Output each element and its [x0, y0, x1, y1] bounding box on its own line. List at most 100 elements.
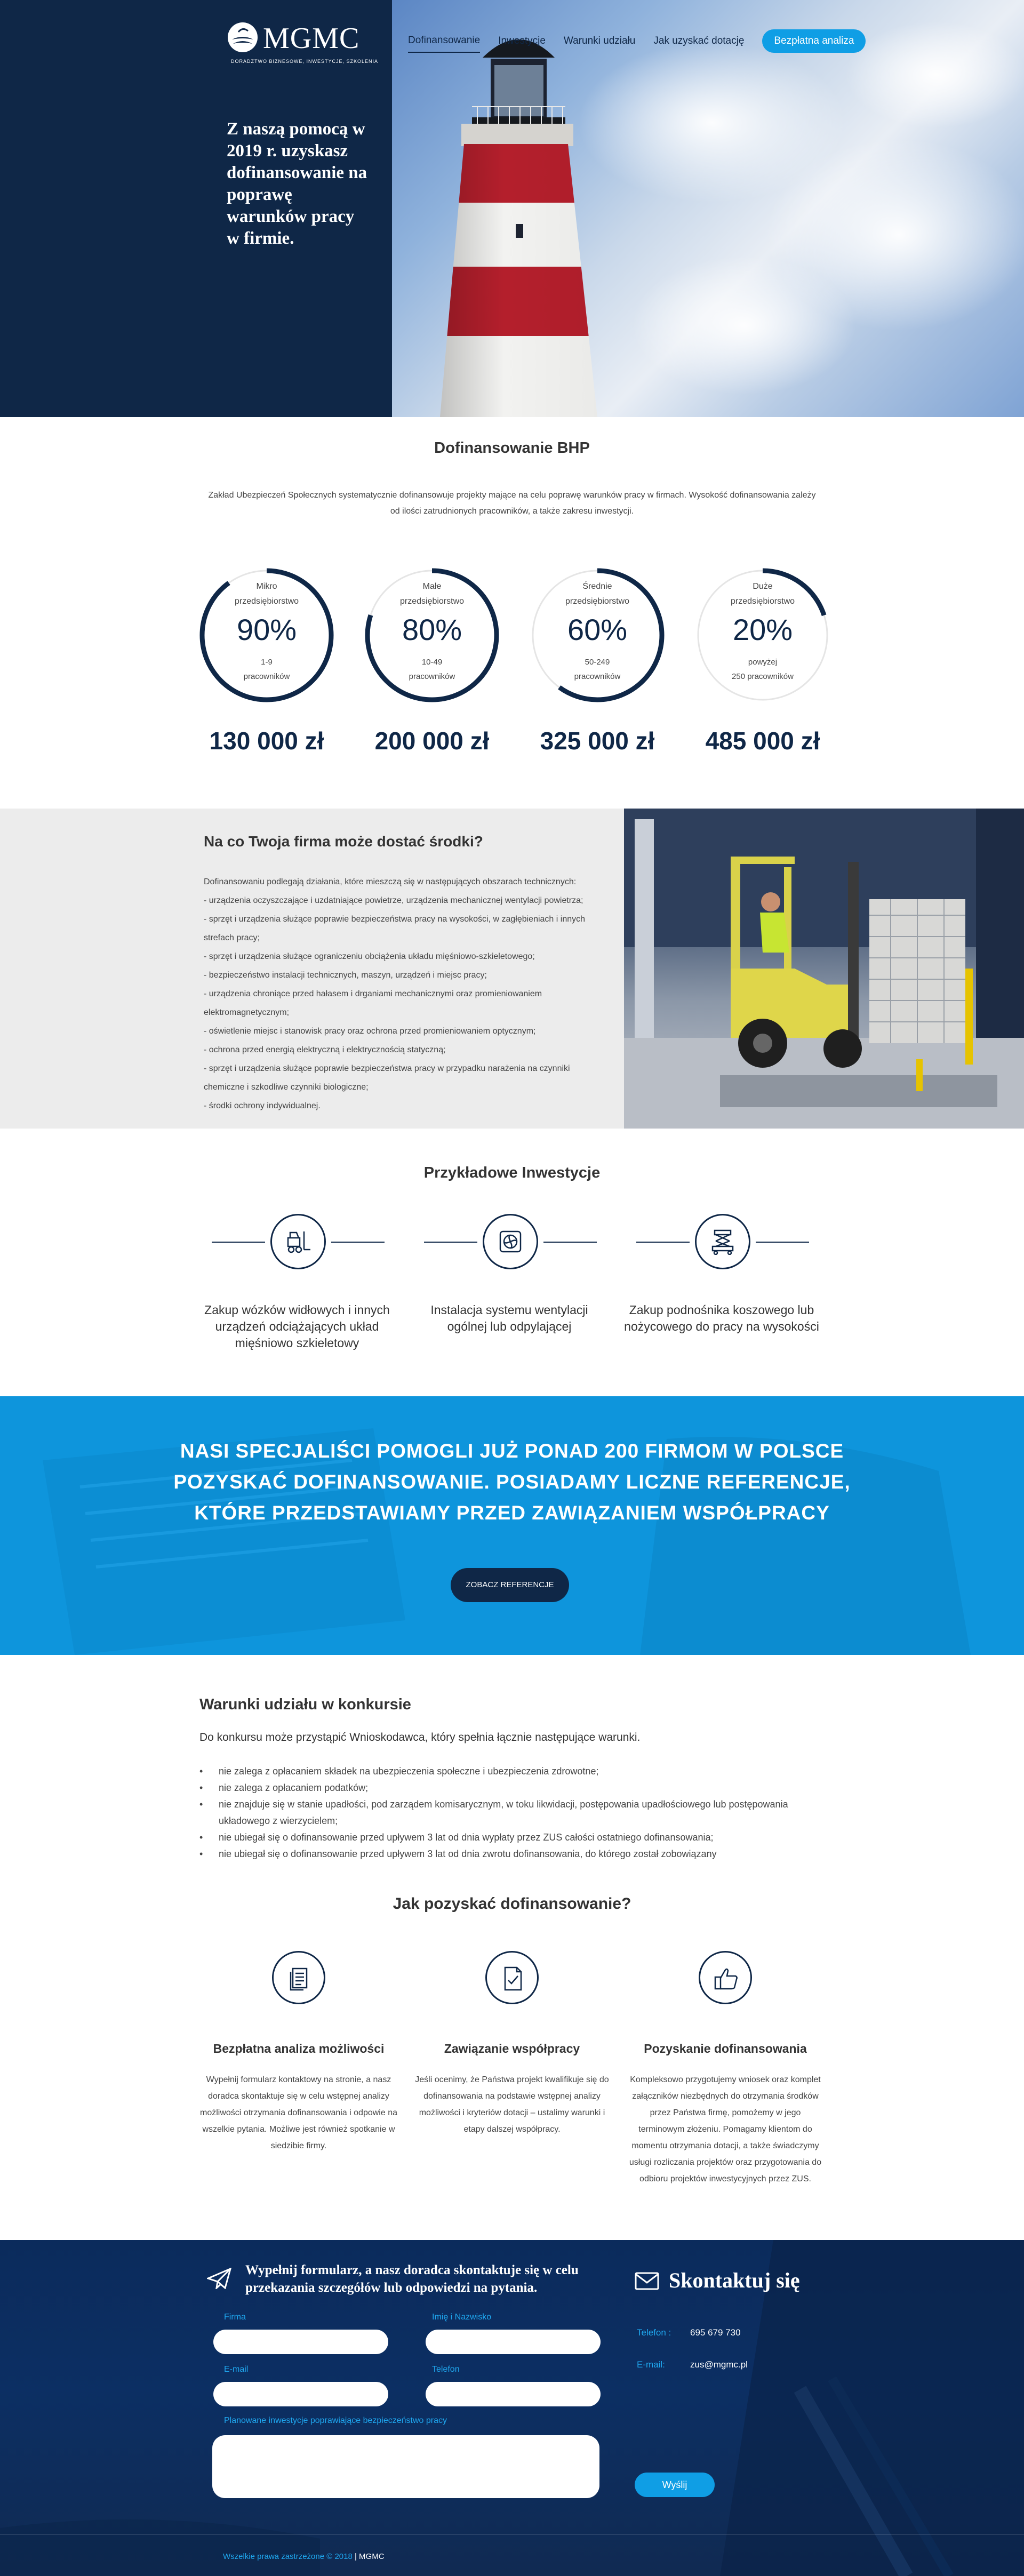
- amount-duze: 485 000 zł: [705, 727, 820, 755]
- email-label: E-mail:: [637, 2359, 665, 2370]
- bhp-description: Zakład Ubezpieczeń Społecznych systematy…: [208, 491, 816, 516]
- brand-tagline: DORADZTWO BIZNESOWE, INWESTYCJE, SZKOLEN…: [231, 59, 379, 64]
- investments-label: Planowane inwestycje poprawiające bezpie…: [224, 2416, 447, 2425]
- investment-text: Instalacja systemu wentylacji ogólnej lu…: [430, 1303, 588, 1333]
- funding-areas-list: Dofinansowaniu podlegają działania, któr…: [204, 873, 609, 1115]
- divider-line: [424, 1242, 477, 1243]
- forklift-icon: [270, 1214, 326, 1269]
- list-item: - urządzenia oczyszczające i uzdatniając…: [204, 896, 583, 905]
- gauge-percent: 90%: [236, 613, 297, 646]
- warehouse-forklift-illustration: [624, 809, 1024, 1129]
- list-item: - urządzenia chroniące przed hałasem i d…: [204, 989, 542, 1017]
- paper-plane-icon: [207, 2268, 231, 2289]
- nav-warunki-udzialu[interactable]: Warunki udziału: [564, 30, 635, 52]
- step-text: Kompleksowo przygotujemy wniosek oraz ko…: [629, 2075, 822, 2183]
- conditions-list: nie zalega z opłacaniem składek na ubezp…: [199, 1763, 813, 1862]
- list-item: nie zalega z opłacaniem podatków;: [199, 1780, 813, 1796]
- divider-line: [636, 1242, 690, 1243]
- nav-dofinansowanie[interactable]: Dofinansowanie: [408, 29, 481, 53]
- divider-line: [212, 1242, 265, 1243]
- list-item: - sprzęt i urządzenia służące poprawie b…: [204, 1064, 570, 1092]
- gauge-duze: Duże przedsiębiorstwo 20% powyżej 250 prac…: [694, 566, 831, 704]
- envelope-icon: [635, 2272, 659, 2290]
- how-to-title: Jak pozyskać dofinansowanie?: [393, 1895, 631, 1913]
- form-heading: Wypełnij formularz, a nasz doradca skont…: [245, 2263, 579, 2295]
- email-value[interactable]: zus@mgmc.pl: [690, 2359, 748, 2370]
- gauge-range: 10-49 pracowników: [409, 658, 455, 681]
- name-label: Imię i Nazwisko: [432, 2313, 492, 2322]
- contact-title: Skontaktuj się: [669, 2268, 800, 2292]
- gauge-percent: 20%: [732, 613, 793, 646]
- footer-rights: Wszelkie prawa zastrzeżone © 2018: [223, 2552, 353, 2561]
- step-title: Zawiązanie współpracy: [444, 2042, 580, 2055]
- forklift-photo: [624, 809, 1024, 1129]
- company-field[interactable]: [213, 2330, 388, 2354]
- amount-male: 200 000 zł: [374, 727, 490, 755]
- step-text: Wypełnij formularz kontaktowy na stronie…: [200, 2075, 397, 2150]
- gauge-label: Średnie przedsiębiorstwo: [565, 582, 630, 606]
- phone-value[interactable]: 695 679 730: [690, 2327, 741, 2338]
- name-field[interactable]: [426, 2330, 601, 2354]
- gauge-range: powyżej 250 pracowników: [732, 658, 794, 681]
- divider-line: [543, 1242, 597, 1243]
- list-item: nie ubiegał się o dofinansowanie przed u…: [199, 1829, 813, 1846]
- list-item: - sprzęt i urządzenia służące ograniczen…: [204, 952, 535, 961]
- footer-copyright: Wszelkie prawa zastrzeżone © 2018 | MGMC: [223, 2552, 385, 2561]
- footer-brand: | MGMC: [352, 2552, 385, 2561]
- list-item: - oświetlenie miejsc i stanowisk pracy o…: [204, 1027, 536, 1036]
- divider-line: [331, 1242, 385, 1243]
- list-item: nie ubiegał się o dofinansowanie przed u…: [199, 1846, 813, 1862]
- thumbs-up-icon: [699, 1951, 752, 2004]
- list-item: - sprzęt i urządzenia służące poprawie b…: [204, 915, 586, 942]
- amount-mikro: 130 000 zł: [209, 727, 324, 755]
- list-item: Dofinansowaniu podlegają działania, któr…: [204, 877, 577, 886]
- phone-label: Telefon: [432, 2365, 460, 2374]
- investment-text: Zakup wózków widłowych i innych urządzeń…: [204, 1303, 390, 1350]
- free-analysis-button[interactable]: Bezpłatna analiza: [762, 29, 866, 53]
- amount-srednie: 325 000 zł: [540, 727, 655, 755]
- company-label: Firma: [224, 2313, 246, 2322]
- gauge-male: Małe przedsiębiorstwo 80% 10-49 pracownikó…: [363, 566, 501, 704]
- investment-text: Zakup podnośnika koszowego lub nożycoweg…: [624, 1303, 819, 1333]
- step-text: Jeśli ocenimy, że Państwa projekt kwalif…: [415, 2075, 609, 2134]
- brand-name: MGMC: [263, 22, 360, 55]
- gauge-percent: 60%: [567, 613, 628, 646]
- nav-jak-uzyskac-dotacje[interactable]: Jak uzyskać dotację: [653, 30, 744, 52]
- list-item: - środki ochrony indywidualnej.: [204, 1101, 321, 1110]
- ventilation-icon: [483, 1214, 538, 1269]
- funding-areas-title: Na co Twoja firma może dostać środki?: [204, 833, 483, 850]
- lighthouse-logo-icon: [228, 22, 258, 52]
- nav-inwestycje[interactable]: Inwestycje: [498, 30, 546, 52]
- step-title: Pozyskanie dofinansowania: [644, 2042, 807, 2055]
- gauge-range: 1-9 pracowników: [243, 658, 290, 681]
- footer-divider: [0, 2534, 1024, 2535]
- see-references-button[interactable]: ZOBACZ REFERENCJE: [451, 1568, 569, 1602]
- investments-title: Przykładowe Inwestycje: [423, 1164, 601, 1181]
- gauge-mikro: Mikro przedsiębiorstwo 90% 1-9 pracowników: [198, 566, 335, 704]
- list-item: - bezpieczeństwo instalacji technicznych…: [204, 971, 487, 980]
- phone-label: Telefon :: [637, 2327, 671, 2338]
- conditions-title: Warunki udziału w konkursie: [199, 1696, 411, 1713]
- signed-document-icon: [485, 1951, 539, 2004]
- lighthouse-illustration: [440, 39, 597, 417]
- main-nav: Dofinansowanie Inwestycje Warunki udział…: [408, 29, 866, 53]
- gauge-label: Duże przedsiębiorstwo: [730, 582, 795, 606]
- gauge-label: Mikro przedsiębiorstwo: [234, 582, 299, 606]
- step-title: Bezpłatna analiza możliwości: [213, 2042, 385, 2055]
- email-label: E-mail: [224, 2365, 249, 2374]
- gauge-label: Małe przedsiębiorstwo: [399, 582, 465, 606]
- list-item: - ochrona przed energią elektryczną i el…: [204, 1045, 446, 1054]
- email-field[interactable]: [213, 2382, 388, 2406]
- investments-textarea[interactable]: [212, 2435, 599, 2498]
- gauge-range: 50-249 pracowników: [574, 658, 621, 681]
- hero-title: Z naszą pomocą w 2019 r. uzyskasz dofina…: [227, 119, 367, 248]
- brand-logo[interactable]: MGMC DORADZTWO BIZNESOWE, INWESTYCJE, SZ…: [227, 21, 381, 69]
- send-button[interactable]: Wyślij: [635, 2473, 715, 2497]
- references-banner-text: NASI SPECJALIŚCI POMOGLI JUŻ PONAD 200 F…: [173, 1440, 851, 1524]
- list-item: nie znajduje się w stanie upadłości, pod…: [199, 1796, 813, 1829]
- phone-field[interactable]: [426, 2382, 601, 2406]
- gauge-percent: 80%: [402, 613, 462, 646]
- bhp-title: Dofinansowanie BHP: [434, 439, 590, 457]
- document-icon: [272, 1951, 325, 2004]
- list-item: nie zalega z opłacaniem składek na ubezp…: [199, 1763, 813, 1780]
